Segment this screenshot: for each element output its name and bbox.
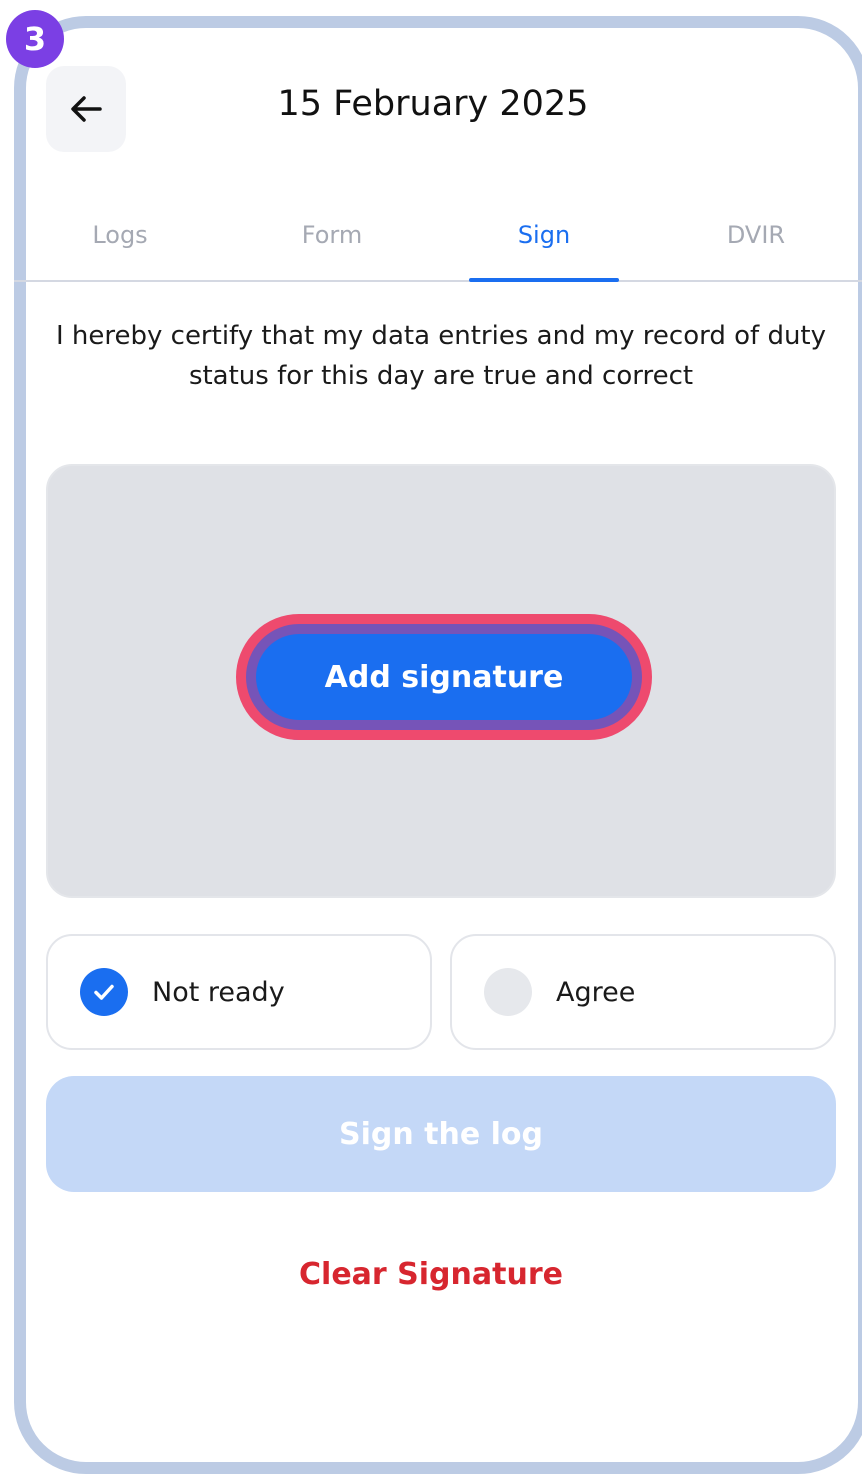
tab-bar: Logs Form Sign DVIR	[14, 190, 862, 282]
clear-signature-button[interactable]: Clear Signature	[0, 1256, 862, 1293]
not-ready-label: Not ready	[152, 976, 285, 1008]
arrow-left-icon	[71, 96, 102, 122]
check-icon	[94, 984, 114, 1000]
sign-log-button[interactable]: Sign the log	[46, 1076, 836, 1192]
tab-form[interactable]: Form	[226, 190, 438, 280]
step-badge: 3	[6, 10, 64, 68]
tab-sign[interactable]: Sign	[438, 190, 650, 280]
agree-label: Agree	[556, 976, 636, 1008]
highlight-outline: Add signature	[236, 614, 652, 740]
add-signature-highlight: Add signature	[236, 614, 652, 744]
checkbox-checked[interactable]	[80, 968, 128, 1016]
certification-statement: I hereby certify that my data entries an…	[55, 321, 827, 391]
back-button[interactable]	[46, 66, 126, 152]
agree-option[interactable]: Agree	[450, 934, 836, 1050]
checkbox-unchecked[interactable]	[484, 968, 532, 1016]
tab-logs[interactable]: Logs	[14, 190, 226, 280]
not-ready-option[interactable]: Not ready	[46, 934, 432, 1050]
page-title: 15 February 2025	[277, 84, 589, 124]
tab-dvir[interactable]: DVIR	[650, 190, 862, 280]
add-signature-button[interactable]: Add signature	[256, 634, 632, 720]
